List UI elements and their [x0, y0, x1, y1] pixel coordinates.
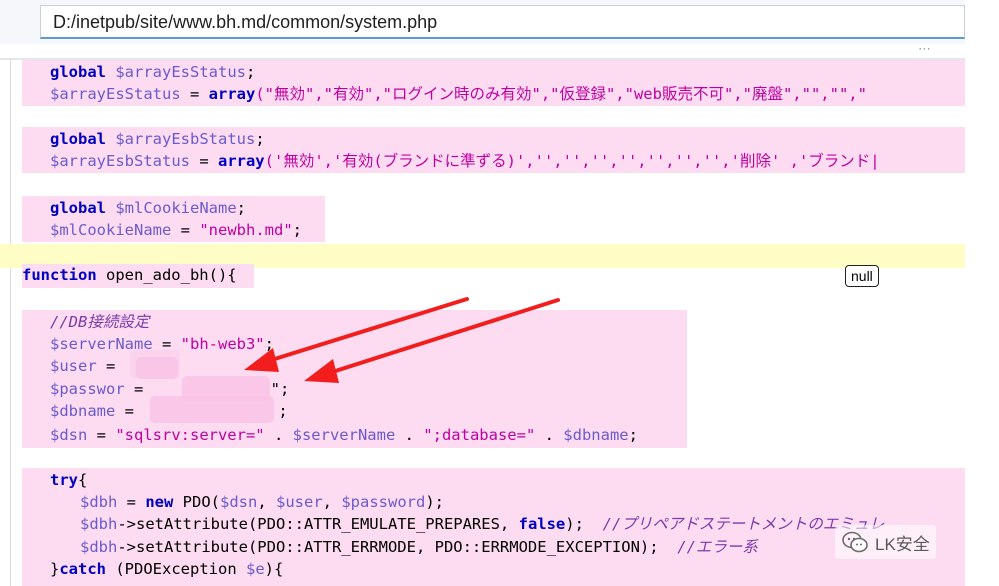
wechat-icon	[842, 531, 868, 553]
variable: $dsn	[220, 493, 258, 511]
code-line: //DB接続設定	[50, 311, 149, 333]
punct: ;	[264, 335, 274, 353]
keyword: try	[50, 471, 78, 489]
keyword: global	[50, 63, 106, 81]
variable: $passwor	[50, 380, 125, 398]
keyword: new	[145, 493, 174, 511]
code-line: function open_ado_bh(){	[22, 264, 237, 286]
punct: ;	[236, 199, 247, 217]
punct: );	[425, 493, 445, 511]
variable: $mlCookieName	[50, 221, 172, 239]
code-editor[interactable]: global $arrayEsStatus; $arrayEsStatus = …	[0, 60, 965, 586]
operator: =	[180, 85, 209, 103]
operator: =	[87, 426, 116, 444]
operator: =	[115, 402, 144, 420]
operator: =	[124, 380, 153, 398]
punct: ;	[292, 221, 302, 239]
variable: $arrayEsStatus	[50, 85, 181, 103]
code-line: }catch (PDOException $e){	[50, 558, 283, 580]
string-literal: ('無効','有効(ブランドに準ずる)','','','','','','','…	[264, 152, 880, 170]
variable: $serverName	[292, 426, 396, 444]
variable: $dbname	[50, 402, 116, 420]
keyword: catch	[59, 560, 107, 578]
punct: }	[50, 560, 60, 578]
keyword: global	[50, 199, 106, 217]
code-line: $dbh->setAttribute(PDO::ATTR_EMULATE_PRE…	[80, 513, 884, 535]
punct: ;	[246, 63, 256, 81]
variable: $user	[50, 357, 97, 375]
code-line: $dbh = new PDO($dsn, $user, $password);	[80, 491, 444, 513]
variable: $dbh	[80, 515, 118, 533]
variable: $password	[341, 493, 426, 511]
comment: //エラー系	[677, 538, 758, 556]
code-line: try{	[50, 469, 87, 491]
value-tooltip: null	[845, 265, 879, 287]
keyword: function	[22, 266, 97, 284]
punct: {	[78, 471, 88, 489]
punct: (PDOException	[106, 560, 246, 578]
operator: .	[395, 426, 424, 444]
call: ->setAttribute(PDO::ATTR_ERRMODE, PDO::E…	[117, 538, 678, 556]
redaction-blur	[136, 357, 178, 379]
punct: ";	[270, 380, 290, 398]
punct: ;	[278, 402, 288, 420]
code-line: $mlCookieName = "newbh.md";	[50, 219, 302, 241]
editor-gutter	[10, 60, 11, 586]
string-literal: "newbh.md"	[199, 221, 293, 239]
variable: $arrayEsbStatus	[115, 130, 256, 148]
keyword: global	[50, 130, 106, 148]
operator: =	[96, 357, 125, 375]
redaction-blur	[150, 396, 274, 423]
variable: $dsn	[50, 426, 88, 444]
variable: $arrayEsStatus	[115, 63, 246, 81]
punct: );	[565, 515, 603, 533]
code-line: $user =	[50, 355, 125, 377]
address-bar: D:/inetpub/site/www.bh.md/common/system.…	[0, 0, 999, 44]
code-line: $arrayEsbStatus = array('無効','有効(ブランドに準ず…	[50, 150, 880, 172]
function-name: open_ado_bh(){	[96, 266, 237, 284]
code-line: $arrayEsStatus = array("無効","有効","ログイン時の…	[50, 83, 867, 105]
punct: ;	[255, 130, 265, 148]
code-line: $dbh->setAttribute(PDO::ATTR_ERRMODE, PD…	[80, 536, 758, 558]
string-literal: "bh-web3"	[180, 335, 265, 353]
string-literal: ("無効","有効","ログイン時のみ有効","仮登録","web販売不可","…	[255, 85, 867, 103]
right-margin	[965, 0, 999, 586]
variable: $e	[246, 560, 265, 578]
file-path-field[interactable]: D:/inetpub/site/www.bh.md/common/system.…	[40, 5, 965, 39]
punct: ,	[257, 493, 276, 511]
operator: =	[117, 493, 146, 511]
punct: ;	[628, 426, 638, 444]
call: ->setAttribute(PDO::ATTR_EMULATE_PREPARE…	[117, 515, 519, 533]
comment: //DB接続設定	[50, 313, 150, 331]
variable: $user	[276, 493, 323, 511]
variable: $arrayEsbStatus	[50, 152, 190, 170]
more-options-icon[interactable]: ⋯	[918, 42, 932, 57]
call: PDO(	[173, 493, 220, 511]
watermark-text: LK安全	[875, 534, 930, 554]
string-literal: "sqlsrv:server="	[115, 426, 265, 444]
operator: =	[189, 152, 218, 170]
watermark: LK安全	[835, 525, 936, 559]
operator: .	[535, 426, 564, 444]
punct: ){	[264, 560, 284, 578]
operator: .	[264, 426, 293, 444]
code-line: $dsn = "sqlsrv:server=" . $serverName . …	[50, 424, 638, 446]
string-literal: ";database="	[423, 426, 536, 444]
code-line: global $mlCookieName;	[50, 197, 246, 219]
variable: $dbname	[563, 426, 629, 444]
variable: $dbh	[80, 538, 118, 556]
operator: =	[171, 221, 200, 239]
variable: $dbh	[80, 493, 118, 511]
punct: ,	[322, 493, 342, 511]
keyword: array	[217, 152, 265, 170]
code-line: global $arrayEsStatus;	[50, 61, 255, 83]
keyword: false	[518, 515, 566, 533]
keyword: array	[208, 85, 256, 103]
code-line: global $arrayEsbStatus;	[50, 128, 265, 150]
variable: $mlCookieName	[115, 199, 237, 217]
